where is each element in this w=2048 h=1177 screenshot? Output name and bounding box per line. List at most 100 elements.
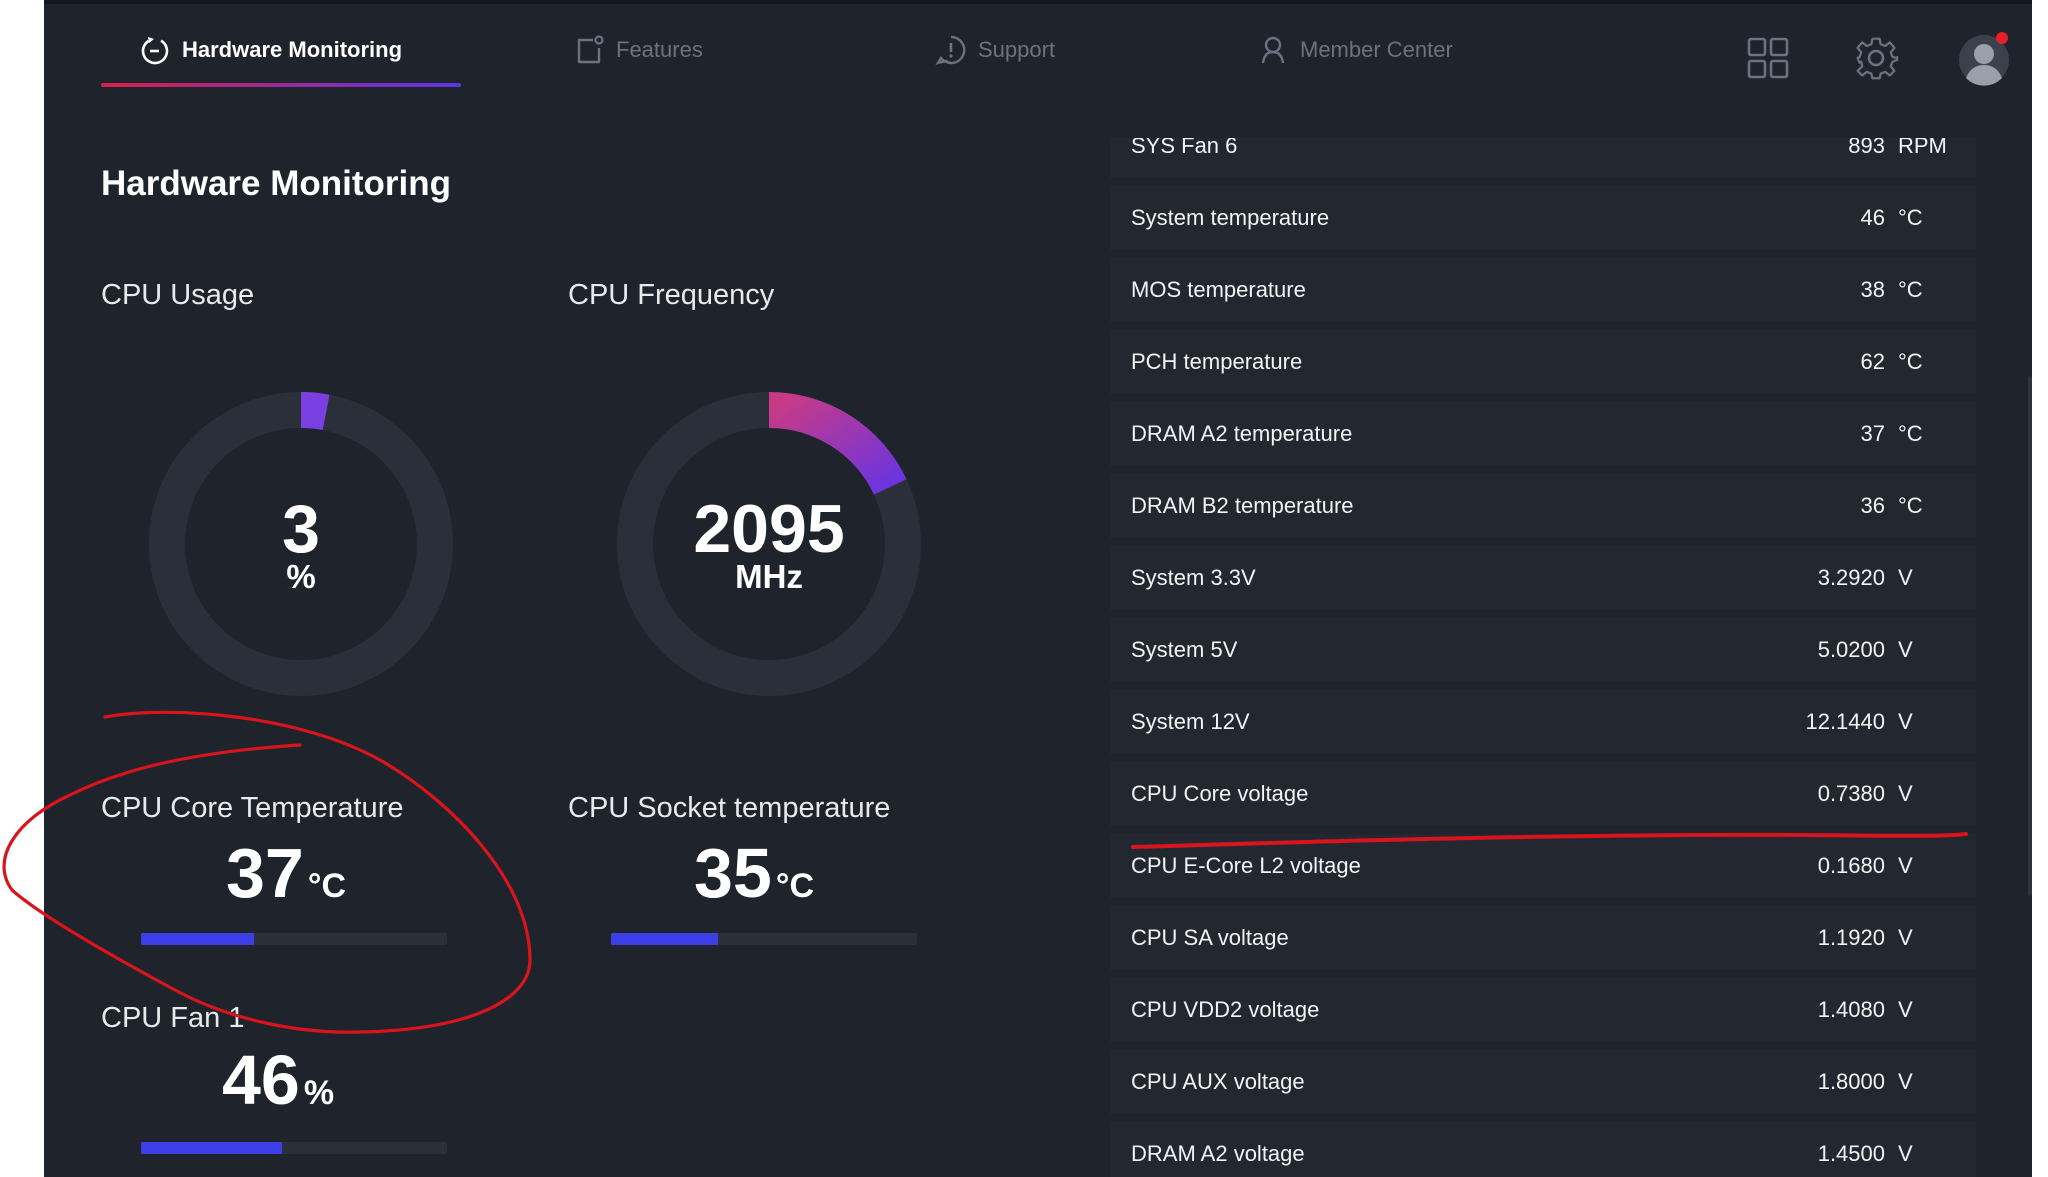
- cpu-usage-value: 3: [282, 491, 320, 567]
- sensor-unit: V: [1898, 1141, 1913, 1166]
- active-tab-indicator: [101, 83, 461, 87]
- sensor-value: 3.2920: [1817, 565, 1885, 590]
- cpu-socket-temp-label: CPU Socket temperature: [568, 792, 891, 824]
- sensor-name: System 12V: [1131, 709, 1250, 734]
- tab-label: Features: [616, 37, 703, 62]
- sensor-value: 893: [1848, 138, 1885, 158]
- sensor-unit: V: [1898, 1069, 1913, 1094]
- cpu-fan-reading: 46 %: [222, 1045, 334, 1115]
- cpu-socket-temp-value: 35: [694, 834, 772, 912]
- sensor-row: CPU SA voltage 1.1920 V: [1110, 906, 1976, 970]
- sensor-row: System 5V 5.0200 V: [1110, 618, 1976, 682]
- sensor-row: CPU AUX voltage 1.8000 V: [1110, 1050, 1976, 1114]
- cpu-core-temp-bar-fill: [141, 933, 255, 945]
- cpu-frequency-label: CPU Frequency: [568, 279, 775, 311]
- sensor-unit: V: [1898, 565, 1913, 590]
- sensor-name: System 3.3V: [1131, 565, 1256, 590]
- sensor-row: DRAM B2 temperature 36 °C: [1110, 474, 1976, 538]
- sensor-value: 37: [1860, 421, 1885, 446]
- support-icon: [934, 33, 968, 67]
- sensor-value: 0.1680: [1817, 853, 1885, 878]
- sensor-unit: °C: [1898, 493, 1923, 518]
- sensor-value: 62: [1860, 349, 1885, 374]
- sensor-unit: °C: [1898, 277, 1923, 302]
- sensor-row: CPU Core voltage 0.7380 V: [1110, 762, 1976, 826]
- cpu-fan-bar: [141, 1142, 447, 1154]
- sensor-value: 36: [1860, 493, 1885, 518]
- sensor-row: System 12V 12.1440 V: [1110, 690, 1976, 754]
- cpu-fan-unit: %: [303, 1074, 335, 1112]
- sensor-row: CPU VDD2 voltage 1.4080 V: [1110, 978, 1976, 1042]
- sensor-unit: V: [1898, 781, 1913, 806]
- sensor-unit: °C: [1898, 205, 1923, 230]
- sensor-unit: V: [1898, 925, 1913, 950]
- cpu-frequency-gauge: 2095 MHz: [614, 389, 924, 699]
- cpu-socket-temp-reading: 35 °C: [694, 838, 814, 908]
- sensor-unit: V: [1898, 997, 1913, 1022]
- tab-label: Support: [978, 37, 1056, 62]
- sensor-name: CPU Core voltage: [1131, 781, 1309, 806]
- sensor-name: PCH temperature: [1131, 349, 1303, 374]
- sensor-value: 5.0200: [1817, 637, 1885, 662]
- sensor-value: 46: [1860, 205, 1885, 230]
- sensor-name: DRAM B2 temperature: [1131, 493, 1354, 518]
- tab-label: Hardware Monitoring: [182, 37, 403, 62]
- cpu-fan-value: 46: [222, 1041, 300, 1119]
- sensor-name: System 5V: [1131, 637, 1238, 662]
- sensor-unit: V: [1898, 853, 1913, 878]
- cpu-fan-label: CPU Fan 1: [101, 1002, 245, 1034]
- member-icon: [1256, 33, 1290, 67]
- cpu-socket-temp-bar-fill: [611, 933, 719, 945]
- sensor-value: 1.4080: [1817, 997, 1885, 1022]
- sensor-row: SYS Fan 6 893 RPM: [1110, 138, 1976, 178]
- cpu-socket-temp-unit: °C: [775, 867, 815, 905]
- cpu-core-temp-value: 37: [226, 834, 304, 912]
- grid-icon[interactable]: [1744, 34, 1792, 82]
- sensor-unit: RPM: [1898, 138, 1947, 158]
- sensor-value: 1.4500: [1817, 1141, 1885, 1166]
- sensor-name: DRAM A2 temperature: [1131, 421, 1353, 446]
- cpu-core-temp-label: CPU Core Temperature: [101, 792, 404, 824]
- features-icon: [572, 33, 606, 67]
- sensor-name: CPU AUX voltage: [1131, 1069, 1305, 1094]
- cpu-core-temp-bar: [141, 933, 447, 945]
- sensor-row: DRAM A2 voltage 1.4500 V: [1110, 1122, 1976, 1177]
- cpu-socket-temp-bar: [611, 933, 917, 945]
- sensor-value: 0.7380: [1817, 781, 1885, 806]
- cpu-core-temp-unit: °C: [307, 867, 347, 905]
- tab-hardware-monitoring[interactable]: Hardware Monitoring: [138, 30, 402, 70]
- sensor-name: CPU E-Core L2 voltage: [1131, 853, 1361, 878]
- sensor-name: DRAM A2 voltage: [1131, 1141, 1305, 1166]
- app-window: Hardware Monitoring Features Support Mem…: [44, 0, 2032, 1177]
- sensor-name: System temperature: [1131, 205, 1330, 230]
- top-nav: Hardware Monitoring Features Support Mem…: [44, 4, 2032, 96]
- tab-label: Member Center: [1300, 37, 1453, 62]
- tab-features[interactable]: Features: [572, 30, 703, 70]
- sensor-value: 1.8000: [1817, 1069, 1885, 1094]
- sensor-unit: °C: [1898, 349, 1923, 374]
- cpu-fan-bar-fill: [141, 1142, 282, 1154]
- gear-icon[interactable]: [1852, 34, 1900, 82]
- tab-member-center[interactable]: Member Center: [1256, 30, 1453, 70]
- sensor-row: System temperature 46 °C: [1110, 186, 1976, 250]
- sensor-name: CPU SA voltage: [1131, 925, 1289, 950]
- sensor-row: DRAM A2 temperature 37 °C: [1110, 402, 1976, 466]
- avatar[interactable]: [1956, 30, 2012, 86]
- tab-support[interactable]: Support: [934, 30, 1055, 70]
- sensor-row: MOS temperature 38 °C: [1110, 258, 1976, 322]
- sensor-unit: V: [1898, 709, 1913, 734]
- sensor-row: System 3.3V 3.2920 V: [1110, 546, 1976, 610]
- cpu-frequency-value: 2095: [693, 491, 845, 567]
- sensor-unit: °C: [1898, 421, 1923, 446]
- cpu-frequency-unit: MHz: [735, 558, 803, 595]
- scrollbar[interactable]: [2028, 376, 2032, 896]
- cpu-usage-unit: %: [286, 558, 316, 595]
- sensor-list[interactable]: SYS Fan 6 893 RPM System temperature 46 °C MOS…: [1110, 138, 1976, 1177]
- sensor-row: PCH temperature 62 °C: [1110, 330, 1976, 394]
- cpu-usage-label: CPU Usage: [101, 279, 255, 311]
- sensor-name: CPU VDD2 voltage: [1131, 997, 1320, 1022]
- sensor-unit: V: [1898, 637, 1913, 662]
- sensor-name: SYS Fan 6: [1131, 138, 1238, 158]
- sensor-value: 1.1920: [1817, 925, 1885, 950]
- sensor-name: MOS temperature: [1131, 277, 1306, 302]
